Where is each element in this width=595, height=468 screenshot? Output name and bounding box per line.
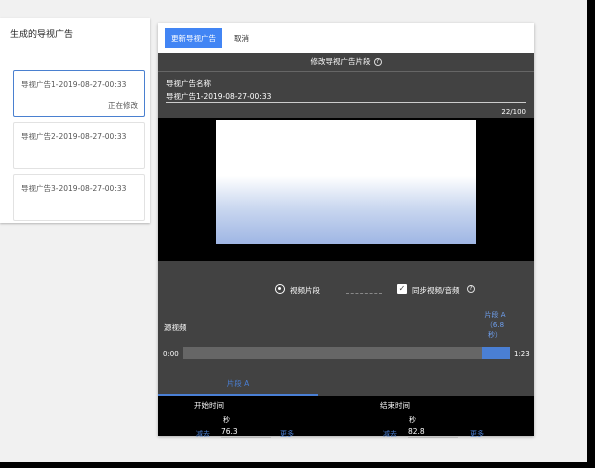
end-time-unit: 秒: [409, 416, 416, 424]
source-video-label: 源视频: [164, 323, 187, 332]
end-time-input[interactable]: [408, 426, 458, 438]
section-title: 修改导视广告片段: [310, 57, 371, 66]
app-frame: 生成的导视广告 导视广告1-2019-08-27-00:33 正在修改 导视广告…: [0, 0, 587, 462]
ad-card-3[interactable]: 导视广告3-2019-08-27-00:33: [13, 174, 145, 221]
sync-audio-checkbox[interactable]: ✓: [397, 284, 407, 294]
alternate-source-option[interactable]: [346, 284, 382, 294]
end-time-label: 结束时间: [380, 401, 410, 410]
clip-tag: 片段 A（6.8 秒）: [484, 311, 506, 339]
timeline-end-time: 1:23: [514, 350, 530, 358]
video-frame: [216, 120, 476, 244]
source-options: 视频片段 ✓ 同步视频/音频 ?: [158, 281, 534, 301]
cancel-button[interactable]: 取消: [234, 33, 249, 44]
start-time-label: 开始时间: [194, 401, 224, 410]
update-ad-button[interactable]: 更新导视广告: [165, 28, 222, 48]
tab-clip-a[interactable]: 片段 A: [158, 371, 318, 396]
edit-ad-panel: 更新导视广告 取消 修改导视广告片段? 导视广告名称 22/100 视频片段 ✓…: [158, 23, 534, 439]
timeline-track[interactable]: [183, 347, 510, 359]
ad-card-title: 导视广告1-2019-08-27-00:33: [21, 80, 127, 89]
timeline-selection[interactable]: [482, 347, 510, 359]
sync-audio-label: 同步视频/音频: [412, 286, 460, 295]
video-preview[interactable]: [158, 118, 534, 261]
help-icon[interactable]: ?: [373, 58, 382, 66]
start-time-input[interactable]: [221, 426, 271, 438]
window-edge: [587, 0, 595, 468]
end-more-button[interactable]: 更多: [470, 429, 484, 439]
ad-name-input[interactable]: [166, 91, 526, 103]
section-header: 修改导视广告片段?: [158, 53, 534, 71]
clip-radio[interactable]: [275, 284, 285, 294]
ad-card-2[interactable]: 导视广告2-2019-08-27-00:33: [13, 122, 145, 169]
start-decrease-button[interactable]: 减去: [196, 429, 210, 439]
clip-radio-label: 视频片段: [290, 286, 320, 295]
clip-tabs: 片段 A: [158, 371, 534, 396]
divider: [158, 71, 534, 72]
name-char-counter: 22/100: [501, 108, 526, 116]
time-controls: 开始时间 秒 减去 更多 结束时间 秒 减去 更多: [158, 396, 534, 439]
clip-editor: 修改导视广告片段? 导视广告名称 22/100 视频片段 ✓ 同步视频/音频 ?…: [158, 53, 534, 439]
start-time-unit: 秒: [223, 416, 230, 424]
end-decrease-button[interactable]: 减去: [383, 429, 397, 439]
sidebar-title: 生成的导视广告: [10, 30, 74, 40]
ad-card-title: 导视广告3-2019-08-27-00:33: [21, 184, 127, 193]
ad-card-status: 正在修改: [108, 101, 138, 110]
help-icon[interactable]: ?: [467, 285, 475, 293]
ad-card-title: 导视广告2-2019-08-27-00:33: [21, 132, 127, 141]
generated-ads-sidebar: 生成的导视广告 导视广告1-2019-08-27-00:33 正在修改 导视广告…: [0, 18, 150, 223]
timeline-start-time: 0:00: [163, 350, 179, 358]
ad-name-label: 导视广告名称: [166, 79, 211, 88]
ad-card-1[interactable]: 导视广告1-2019-08-27-00:33 正在修改: [13, 70, 145, 117]
start-more-button[interactable]: 更多: [280, 429, 294, 439]
